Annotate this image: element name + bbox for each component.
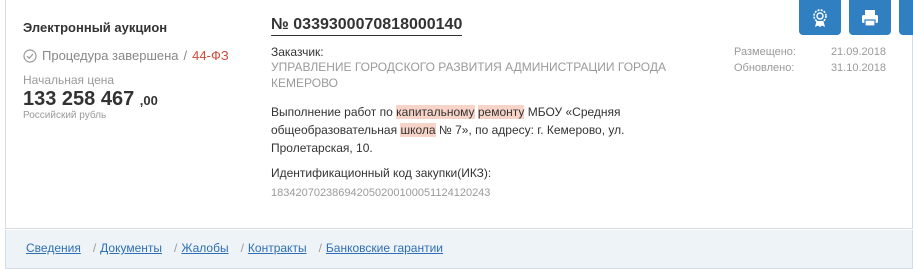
ikz-label: Идентификационный код закупки(ИКЗ):: [271, 166, 492, 180]
tab-documents[interactable]: Документы: [100, 241, 162, 255]
print-button[interactable]: [849, 0, 891, 35]
tab-separator: /: [318, 241, 322, 255]
dates-block: Размещено: 21.09.2018 Обновлено: 31.10.2…: [734, 46, 904, 78]
tab-separator: /: [174, 241, 178, 255]
updated-date: 31.10.2018: [830, 62, 886, 74]
purchase-card: Электронный аукцион Процедура завершена …: [5, 0, 913, 229]
customer-name: УПРАВЛЕНИЕ ГОРОДСКОГО РАЗВИТИЯ АДМИНИСТР…: [271, 60, 666, 90]
tabs: Сведения / Документы / Жалобы / Контракт…: [26, 241, 443, 255]
subject-highlight: ремонту: [477, 105, 525, 119]
tab-separator: /: [240, 241, 244, 255]
award-ribbon-icon: [813, 8, 827, 27]
law-separator: /: [183, 48, 188, 63]
award-button[interactable]: [799, 0, 841, 35]
updated-date-row: Обновлено: 31.10.2018: [734, 62, 904, 78]
subject-highlight: капитальному: [396, 105, 475, 119]
purchase-details: № 0339300070818000140 Заказчик: УПРАВЛЕН…: [271, 16, 691, 199]
subject-text: Выполнение работ по: [271, 105, 397, 119]
updated-label: Обновлено:: [734, 62, 795, 74]
subject-highlight: школа: [400, 123, 436, 137]
action-buttons: [799, 0, 913, 35]
price-label: Начальная цена: [23, 73, 115, 87]
status-text: Процедура завершена: [42, 48, 179, 63]
tabs-bar: Сведения / Документы / Жалобы / Контракт…: [5, 230, 913, 269]
law-badge: 44-ФЗ: [192, 48, 229, 63]
tab-bank-guarantees[interactable]: Банковские гарантии: [326, 241, 443, 255]
customer-label: Заказчик:: [271, 45, 324, 59]
printer-icon: [862, 9, 878, 27]
tab-details[interactable]: Сведения: [26, 241, 81, 255]
check-circle-icon: [23, 48, 37, 63]
price-integer: 133 258 467: [23, 88, 135, 110]
placed-date: 21.09.2018: [830, 46, 886, 58]
verified-button[interactable]: [899, 0, 913, 35]
purchase-number-link[interactable]: № 0339300070818000140: [271, 16, 463, 36]
initial-price: 133 258 467 ,00: [23, 88, 253, 111]
placed-date-row: Размещено: 21.09.2018: [734, 46, 904, 62]
currency-label: Российский рубль: [23, 110, 107, 121]
ikz-code: 183420702386942050200100051124120243: [271, 187, 491, 199]
procedure-status: Процедура завершена / 44-ФЗ: [23, 48, 253, 63]
procedure-summary: Электронный аукцион Процедура завершена …: [23, 20, 253, 121]
placed-label: Размещено:: [734, 46, 796, 58]
tab-contracts[interactable]: Контракты: [248, 241, 307, 255]
tab-separator: /: [92, 241, 97, 255]
price-cents: ,00: [139, 93, 158, 108]
procedure-type: Электронный аукцион: [23, 20, 168, 35]
tab-complaints[interactable]: Жалобы: [181, 241, 228, 255]
purchase-subject: Выполнение работ по капитальному ремонту…: [271, 103, 691, 157]
